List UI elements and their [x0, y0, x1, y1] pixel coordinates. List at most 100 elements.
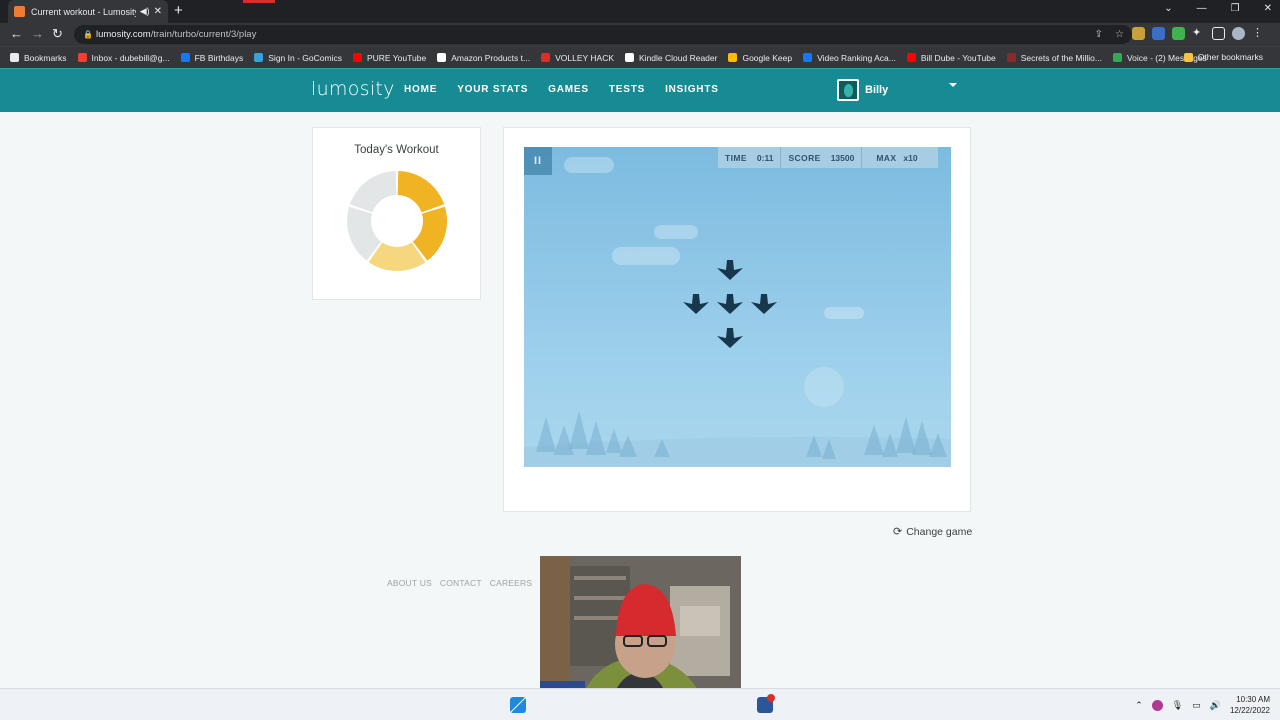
- browser-toolbar: ← → ↻ 🔒 lumosity.com/train/turbo/current…: [0, 23, 1280, 46]
- minimize-icon[interactable]: —: [1197, 3, 1207, 14]
- share-icon[interactable]: ⇪: [1095, 25, 1103, 44]
- url-host: lumosity.com: [96, 29, 151, 40]
- display-icon[interactable]: ▭: [1192, 700, 1201, 711]
- bookmark-item[interactable]: VOLLEY HACK: [541, 53, 614, 63]
- lumosity-logo[interactable]: lumosity: [311, 78, 395, 100]
- bookmark-item[interactable]: Inbox - dubebill@g...: [77, 52, 170, 63]
- bookmark-star-icon[interactable]: ☆: [1115, 25, 1124, 44]
- browser-tab[interactable]: Current workout - Lumosity ◀) ✕: [8, 0, 168, 23]
- bookmark-label: Kindle Cloud Reader: [639, 52, 718, 63]
- volume-icon[interactable]: 🔊: [1210, 700, 1221, 711]
- microphone-icon[interactable]: 🎙: [1172, 700, 1183, 711]
- nav-insights[interactable]: INSIGHTS: [665, 84, 719, 95]
- pause-icon: II: [533, 155, 543, 167]
- side-panel-icon[interactable]: [1212, 27, 1225, 40]
- pause-button[interactable]: II: [524, 147, 552, 175]
- bookmark-favicon-icon: [352, 53, 362, 62]
- menu-icon[interactable]: ⋮: [1252, 27, 1265, 40]
- bookmark-label: Bill Dube - YouTube: [920, 52, 996, 63]
- user-menu[interactable]: Billy: [837, 79, 957, 101]
- chevron-up-icon[interactable]: ⌃: [1135, 700, 1143, 711]
- game-canvas[interactable]: II TIME 0:11 SCORE 13500 MAX x10: [524, 147, 951, 467]
- tab-audio-icon[interactable]: ◀): [140, 6, 150, 17]
- score-label: SCORE: [788, 152, 821, 163]
- change-game-link[interactable]: ⟳ Change game: [893, 525, 973, 539]
- max-label: MAX: [876, 152, 897, 163]
- score-value: 13500: [830, 152, 855, 163]
- bird-bottom: [717, 328, 743, 348]
- main-nav: HOME YOUR STATS GAMES TESTS INSIGHTS: [404, 84, 719, 95]
- clock-time: 10:30 AM: [1236, 695, 1270, 704]
- extension-icon[interactable]: [1132, 27, 1145, 40]
- nav-your-stats[interactable]: YOUR STATS: [457, 84, 528, 95]
- tab-close-icon[interactable]: ✕: [154, 6, 162, 17]
- bookmark-item[interactable]: PURE YouTube: [352, 53, 426, 63]
- folder-icon: [1183, 52, 1193, 62]
- bookmark-favicon-icon: [541, 53, 551, 62]
- reload-icon[interactable]: ↻: [52, 26, 63, 42]
- cloud: [654, 225, 698, 239]
- url-path: /train/turbo/current/3/play: [150, 29, 257, 40]
- new-tab-button[interactable]: +: [174, 2, 183, 20]
- omnibox-actions: ⇪ ☆: [1095, 25, 1124, 44]
- bookmarks-folder[interactable]: Bookmarks: [10, 53, 67, 63]
- restore-icon[interactable]: ❐: [1231, 3, 1240, 14]
- workout-progress-donut: [347, 171, 447, 271]
- notification-badge: [767, 694, 775, 702]
- change-game-label: Change game: [906, 525, 973, 538]
- tree-line: [524, 411, 951, 467]
- windows-start-icon[interactable]: [510, 697, 526, 713]
- lock-icon: 🔒: [83, 30, 93, 39]
- bookmark-favicon-icon: [625, 53, 635, 62]
- bookmark-label: Amazon Products t...: [451, 52, 531, 63]
- bookmark-label: VOLLEY HACK: [555, 52, 615, 63]
- time-label: TIME: [725, 152, 747, 163]
- forward-icon[interactable]: →: [31, 26, 44, 42]
- recording-indicator: [243, 0, 275, 3]
- bookmark-item[interactable]: Kindle Cloud Reader: [625, 53, 717, 63]
- puzzle-icon[interactable]: ✦: [1192, 27, 1205, 40]
- workout-segment: [349, 171, 397, 213]
- extension-icon[interactable]: [1152, 27, 1165, 40]
- tab-search-icon[interactable]: ⌄: [1164, 3, 1172, 14]
- address-bar[interactable]: 🔒 lumosity.com/train/turbo/current/3/pla…: [74, 25, 1132, 44]
- extensions-area: ✦ ⋮: [1132, 27, 1265, 40]
- bookmark-label: FB Birthdays: [194, 52, 244, 63]
- clock-date: 12/22/2022: [1229, 706, 1270, 715]
- bookmark-favicon-icon: [906, 53, 916, 62]
- bookmark-label: Inbox - dubebill@g...: [91, 52, 170, 63]
- bookmark-favicon-icon: [180, 53, 190, 62]
- system-tray: ⌃ 🎙 ▭ 🔊 10:30 AM 12/22/2022: [1135, 694, 1270, 716]
- taskbar-clock[interactable]: 10:30 AM 12/22/2022: [1230, 694, 1270, 716]
- bookmark-item[interactable]: Video Ranking Aca...: [803, 53, 896, 63]
- workout-card: Today's Workout: [312, 127, 481, 300]
- lumosity-favicon-icon: [14, 6, 25, 17]
- extension-icon[interactable]: [1172, 27, 1185, 40]
- bird-right: [751, 294, 777, 314]
- nav-games[interactable]: GAMES: [548, 84, 589, 95]
- user-name: Billy: [865, 84, 889, 96]
- star-icon: [10, 53, 19, 62]
- bird-top: [717, 260, 743, 280]
- bookmark-item[interactable]: Google Keep: [728, 53, 792, 63]
- back-icon[interactable]: ←: [10, 26, 23, 42]
- tray-app-icon[interactable]: [1151, 699, 1163, 711]
- bookmark-item[interactable]: Bill Dube - YouTube: [906, 52, 996, 63]
- close-window-icon[interactable]: ✕: [1264, 3, 1272, 14]
- footer-link[interactable]: ABOUT US: [387, 578, 432, 588]
- bookmark-favicon-icon: [254, 53, 264, 62]
- bookmark-item[interactable]: Secrets of the Millio...: [1006, 53, 1102, 63]
- bookmark-item[interactable]: Amazon Products t...: [437, 53, 530, 63]
- profile-avatar-icon[interactable]: [1232, 27, 1245, 40]
- bookmark-item[interactable]: FB Birthdays: [180, 52, 244, 63]
- footer-link[interactable]: CONTACT: [440, 578, 482, 588]
- chevron-down-icon: [949, 83, 957, 87]
- hud-score: SCORE 13500: [781, 147, 863, 168]
- other-bookmarks-folder[interactable]: Other bookmarks: [1183, 52, 1263, 62]
- footer-link[interactable]: CAREERS: [490, 578, 533, 588]
- bookmark-item[interactable]: Sign In - GoComics: [254, 53, 342, 63]
- workout-title: Today's Workout: [354, 144, 439, 156]
- nav-tests[interactable]: TESTS: [609, 84, 645, 95]
- webcam-overlay: [540, 556, 741, 706]
- nav-home[interactable]: HOME: [404, 84, 437, 95]
